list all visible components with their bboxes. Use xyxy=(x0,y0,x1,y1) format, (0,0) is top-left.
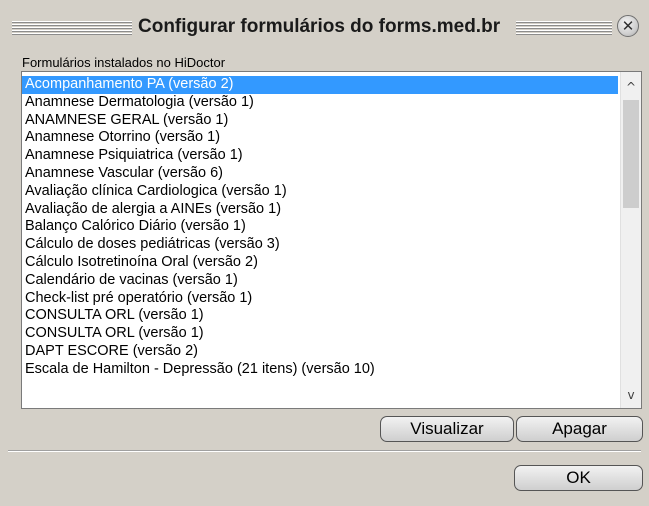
chevron-up-icon[interactable]: ^ xyxy=(621,78,641,96)
vertical-scrollbar[interactable]: ^ v xyxy=(620,72,641,408)
title-bar[interactable]: Configurar formulários do forms.med.br ✕ xyxy=(8,12,641,42)
view-button[interactable]: Visualizar xyxy=(380,416,514,442)
list-item[interactable]: ANAMNESE GERAL (versão 1) xyxy=(22,112,618,130)
scrollbar-thumb[interactable] xyxy=(623,100,639,208)
forms-list-rows: Acompanhamento PA (versão 2) Anamnese Der… xyxy=(22,76,618,379)
list-item[interactable]: Anamnese Psiquiatrica (versão 1) xyxy=(22,147,618,165)
ok-button[interactable]: OK xyxy=(514,465,643,491)
list-item[interactable]: CONSULTA ORL (versão 1) xyxy=(22,307,618,325)
title-stripes-left xyxy=(12,21,132,35)
list-item[interactable]: Anamnese Dermatologia (versão 1) xyxy=(22,94,618,112)
list-item[interactable]: Avaliação clínica Cardiologica (versão 1… xyxy=(22,183,618,201)
list-item[interactable]: Cálculo de doses pediátricas (versão 3) xyxy=(22,236,618,254)
list-item[interactable]: Anamnese Otorrino (versão 1) xyxy=(22,129,618,147)
list-item[interactable]: Calendário de vacinas (versão 1) xyxy=(22,272,618,290)
chevron-down-icon[interactable]: v xyxy=(621,386,641,404)
title-stripes-right xyxy=(516,21,612,35)
delete-button[interactable]: Apagar xyxy=(516,416,643,442)
list-label: Formulários instalados no HiDoctor xyxy=(22,55,226,70)
list-item[interactable]: Check-list pré operatório (versão 1) xyxy=(22,290,618,308)
window-title: Configurar formulários do forms.med.br xyxy=(138,16,501,37)
list-item[interactable]: Anamnese Vascular (versão 6) xyxy=(22,165,618,183)
list-item[interactable]: DAPT ESCORE (versão 2) xyxy=(22,343,618,361)
list-item[interactable]: CONSULTA ORL (versão 1) xyxy=(22,325,618,343)
close-icon[interactable]: ✕ xyxy=(617,15,639,37)
list-item[interactable]: Cálculo Isotretinoína Oral (versão 2) xyxy=(22,254,618,272)
list-item[interactable]: Acompanhamento PA (versão 2) xyxy=(22,76,618,94)
list-item[interactable]: Escala de Hamilton - Depressão (21 itens… xyxy=(22,361,618,379)
list-item[interactable]: Avaliação de alergia a AINEs (versão 1) xyxy=(22,201,618,219)
divider xyxy=(8,450,641,452)
list-item[interactable]: Balanço Calórico Diário (versão 1) xyxy=(22,218,618,236)
forms-listbox[interactable]: Acompanhamento PA (versão 2) Anamnese Der… xyxy=(21,71,642,409)
dialog-window: Configurar formulários do forms.med.br ✕… xyxy=(0,0,649,506)
